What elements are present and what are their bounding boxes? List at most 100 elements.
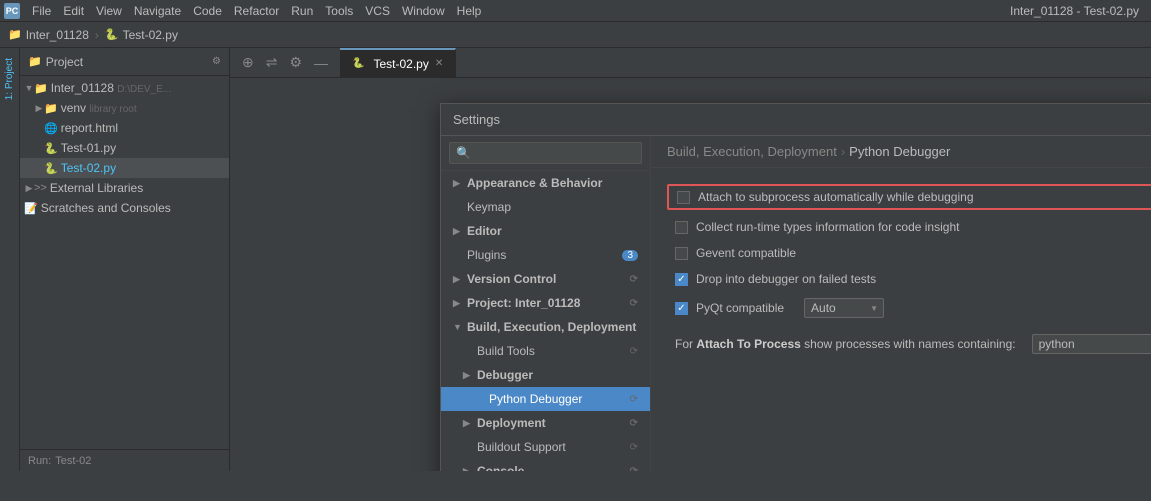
- tab-tools: ⊕ ⇌ ⚙ —: [230, 52, 340, 73]
- checkbox-pyqt[interactable]: [675, 302, 688, 315]
- nav-item-build-exec[interactable]: ▼ Build, Execution, Deployment: [441, 315, 650, 339]
- tab-close-icon[interactable]: ✕: [435, 58, 443, 69]
- nav-item-editor[interactable]: ▶ Editor: [441, 219, 650, 243]
- menu-code[interactable]: Code: [187, 2, 228, 20]
- project-tab-label[interactable]: 1: Project: [2, 52, 17, 106]
- tree-item-inter01128[interactable]: ▼ 📁 Inter_01128 D:\DEV_E...: [20, 78, 229, 98]
- nav-label-buildout: Buildout Support: [477, 440, 566, 454]
- nav-item-project[interactable]: ▶ Project: Inter_01128 ⟳: [441, 291, 650, 315]
- breadcrumb: 📁 Inter_01128 › 🐍 Test-02.py: [8, 28, 178, 42]
- tree-label-report: report.html: [61, 121, 118, 135]
- attach-process-label: For Attach To Process show processes wit…: [675, 337, 1016, 351]
- tree-label-venv: venv library root: [61, 101, 137, 115]
- label-pyqt: PyQt compatible: [696, 301, 784, 315]
- menu-file[interactable]: File: [26, 2, 57, 20]
- menu-help[interactable]: Help: [451, 2, 488, 20]
- settings-breadcrumb: Build, Execution, Deployment › Python De…: [667, 144, 950, 159]
- checkbox-collect-runtime[interactable]: [675, 221, 688, 234]
- nav-item-deployment[interactable]: ▶ Deployment ⟳: [441, 411, 650, 435]
- settings-content-header: Build, Execution, Deployment › Python De…: [651, 136, 1151, 168]
- project-folder-icon: 📁: [34, 82, 48, 95]
- sidebar-panel: 📁 Project ⚙ ▼ 📁 Inter_01128 D:\DEV_E... …: [20, 48, 230, 471]
- nav-item-console[interactable]: ▶ Console ⟳: [441, 459, 650, 471]
- settings-body: ▶ Appearance & Behavior Keymap ▶ Editor: [441, 136, 1151, 471]
- option-collect-runtime: Collect run-time types information for c…: [667, 216, 1151, 238]
- gear-tab-icon[interactable]: ⚙: [285, 52, 306, 73]
- nav-sync-vcs: ⟳: [630, 274, 638, 285]
- checkbox-gevent[interactable]: [675, 247, 688, 260]
- breadcrumb-file[interactable]: Test-02.py: [123, 28, 178, 42]
- tree-arrow-extlibs: ▶: [24, 183, 34, 194]
- project-tree: ▼ 📁 Inter_01128 D:\DEV_E... ▶ 📁 venv lib…: [20, 76, 229, 449]
- nav-sync-build-tools: ⟳: [630, 346, 638, 357]
- minimize-icon[interactable]: —: [310, 53, 332, 73]
- settings-bc-child: Python Debugger: [849, 144, 950, 159]
- label-gevent: Gevent compatible: [696, 246, 796, 260]
- tree-item-test02[interactable]: 🐍 Test-02.py: [20, 158, 229, 178]
- nav-item-plugins[interactable]: Plugins 3: [441, 243, 650, 267]
- nav-arrow-vcs: ▶: [453, 274, 463, 285]
- folder-icon: 📁: [8, 28, 22, 41]
- nav-sync-python-debugger: ⟳: [630, 394, 638, 405]
- nav-arrow-python-debugger: [475, 394, 485, 404]
- nav-label-plugins: Plugins: [467, 248, 506, 262]
- run-bar: Run: Test-02: [20, 449, 229, 471]
- checkbox-drop-debugger[interactable]: [675, 273, 688, 286]
- menu-vcs[interactable]: VCS: [359, 2, 396, 20]
- menu-run[interactable]: Run: [285, 2, 319, 20]
- nav-label-build-tools: Build Tools: [477, 344, 535, 358]
- tree-item-ext-libs[interactable]: ▶ >> External Libraries: [20, 178, 229, 198]
- attach-process-row: For Attach To Process show processes wit…: [667, 330, 1151, 358]
- settings-bc-parent: Build, Execution, Deployment: [667, 144, 837, 159]
- sidebar-header: 📁 Project ⚙: [20, 48, 229, 76]
- pyqt-dropdown[interactable]: Auto: [804, 298, 884, 318]
- tree-item-test01[interactable]: 🐍 Test-01.py: [20, 138, 229, 158]
- menu-window[interactable]: Window: [396, 2, 451, 20]
- attach-process-input[interactable]: [1032, 334, 1151, 354]
- tree-arrow-inter01128: ▼: [24, 83, 34, 93]
- settings-nav: ▶ Appearance & Behavior Keymap ▶ Editor: [441, 136, 651, 471]
- nav-arrow-plugins: [453, 250, 463, 260]
- breadcrumb-project[interactable]: Inter_01128: [26, 28, 89, 42]
- menu-edit[interactable]: Edit: [57, 2, 90, 20]
- option-gevent: Gevent compatible: [667, 242, 1151, 264]
- settings-search-input[interactable]: [449, 142, 642, 164]
- menu-navigate[interactable]: Navigate: [128, 2, 187, 20]
- nav-item-appearance[interactable]: ▶ Appearance & Behavior: [441, 171, 650, 195]
- split-icon[interactable]: ⇌: [262, 52, 282, 73]
- menu-view[interactable]: View: [90, 2, 128, 20]
- tree-arrow-venv: ▶: [34, 103, 44, 114]
- add-tab-icon[interactable]: ⊕: [238, 52, 258, 73]
- vertical-tab-strip: 1: Project: [0, 48, 20, 471]
- tree-item-report[interactable]: 🌐 report.html: [20, 118, 229, 138]
- run-value: Test-02: [55, 455, 91, 467]
- checkbox-attach-subprocess[interactable]: [677, 191, 690, 204]
- nav-label-python-debugger: Python Debugger: [489, 392, 582, 406]
- bc-separator: ›: [841, 144, 845, 159]
- tree-label-test01: Test-01.py: [61, 141, 116, 155]
- tree-item-venv[interactable]: ▶ 📁 venv library root: [20, 98, 229, 118]
- nav-item-buildout[interactable]: Buildout Support ⟳: [441, 435, 650, 459]
- window-title: Inter_01128 - Test-02.py: [1010, 4, 1147, 18]
- sidebar-settings-icon[interactable]: ⚙: [212, 56, 221, 67]
- nav-item-build-tools[interactable]: Build Tools ⟳: [441, 339, 650, 363]
- settings-title-bar: Settings: [441, 104, 1151, 136]
- settings-main: ⚠ Clear caches Attach to subprocess auto…: [651, 168, 1151, 471]
- nav-item-keymap[interactable]: Keymap: [441, 195, 650, 219]
- tab-test02[interactable]: 🐍 Test-02.py ✕: [340, 48, 456, 78]
- main-layout: 1: Project 📁 Project ⚙ ▼ 📁 Inter_01128 D…: [0, 48, 1151, 471]
- menu-tools[interactable]: Tools: [319, 2, 359, 20]
- label-attach-subprocess: Attach to subprocess automatically while…: [698, 190, 974, 204]
- nav-item-debugger[interactable]: ▶ Debugger: [441, 363, 650, 387]
- label-drop-debugger: Drop into debugger on failed tests: [696, 272, 876, 286]
- nav-item-python-debugger[interactable]: Python Debugger ⟳: [441, 387, 650, 411]
- nav-sync-deployment: ⟳: [630, 418, 638, 429]
- menu-refactor[interactable]: Refactor: [228, 2, 285, 20]
- tree-item-scratches[interactable]: 📝 Scratches and Consoles: [20, 198, 229, 218]
- nav-arrow-buildout: [463, 442, 473, 452]
- py-icon: 🐍: [105, 28, 119, 41]
- sidebar-title: Project: [46, 55, 83, 69]
- nav-arrow-console: ▶: [463, 466, 473, 472]
- tab-bar: ⊕ ⇌ ⚙ — 🐍 Test-02.py ✕: [230, 48, 1151, 78]
- nav-item-vcs[interactable]: ▶ Version Control ⟳: [441, 267, 650, 291]
